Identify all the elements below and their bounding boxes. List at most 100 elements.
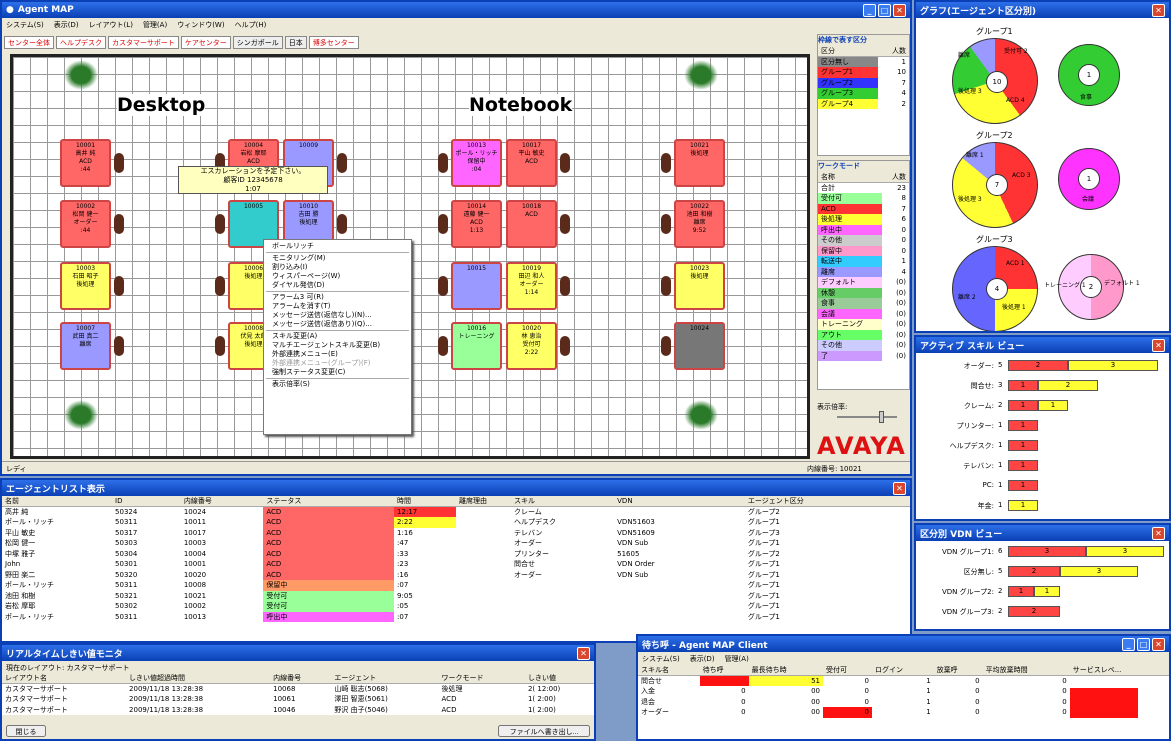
queue-title-bar[interactable]: 待ち呼 - Agent MAP Client _ □ ✕ <box>638 636 1169 652</box>
context-menu-item[interactable]: メッセージ送信(返信あり)(Q)... <box>264 320 411 329</box>
yellow-bar[interactable]: 1 <box>1038 400 1068 411</box>
red-bar[interactable]: 1 <box>1008 420 1038 431</box>
context-menu-item[interactable]: ボールリッチ <box>264 242 411 251</box>
layout-tab[interactable]: カスタマーサポート <box>108 36 179 49</box>
table-row[interactable]: 受付可 8 <box>818 193 909 204</box>
context-menu-item[interactable]: モニタリング(M) <box>264 254 411 263</box>
table-row[interactable]: 休憩 (0) <box>818 287 909 298</box>
agent-seat[interactable]: 10013 ポール・リッチ 保留中:04 <box>451 139 502 187</box>
context-menu-item[interactable]: ウィスパーページ(W) <box>264 272 411 281</box>
layout-tab[interactable]: 日本 <box>284 36 307 49</box>
column-header[interactable]: 内線番号 <box>181 496 264 507</box>
column-header[interactable]: 受付可 <box>823 665 872 676</box>
yellow-bar[interactable]: 1 <box>1008 500 1038 511</box>
red-bar[interactable]: 1 <box>1008 586 1034 597</box>
table-row[interactable]: 合計 23 <box>818 182 909 193</box>
table-row[interactable]: 離席 4 <box>818 266 909 277</box>
close-icon[interactable]: ✕ <box>1152 637 1165 651</box>
table-row[interactable]: 呼出中 0 <box>818 224 909 235</box>
column-header[interactable]: スキル名 <box>638 665 700 676</box>
context-menu-item[interactable]: アラーム3 可(R) <box>264 293 411 302</box>
table-row[interactable]: カスタマーサポート 2009/11/18 13:28:38 10061 澤田 智恵(5… <box>2 694 594 705</box>
table-row[interactable]: グループ4 2 <box>818 98 909 109</box>
table-row[interactable]: ポール・リッチ 50311 10011 ACD 2:22 ヘルプデスク VDN51603 グル… <box>2 517 910 528</box>
agent-seat[interactable]: 10001 高井 純 ACD:44 <box>60 139 111 187</box>
title-bar[interactable]: ● Agent MAP _ □ ✕ <box>2 2 910 18</box>
column-header[interactable]: 離席理由 <box>456 496 511 507</box>
yellow-bar[interactable]: 3 <box>1068 360 1158 371</box>
context-menu-item[interactable]: スキル変更(A) <box>264 332 411 341</box>
table-row[interactable]: ACD 7 <box>818 203 909 214</box>
table-row[interactable]: デフォルト (0) <box>818 277 909 288</box>
column-header[interactable]: スキル <box>511 496 614 507</box>
table-row[interactable]: 池田 和樹 50321 10021 受付可 9:05 グループ1 <box>2 590 910 601</box>
table-row[interactable]: 了 (0) <box>818 350 909 361</box>
layout-tab[interactable]: シンガポール <box>232 36 283 49</box>
column-header[interactable]: 人数 <box>878 46 909 57</box>
column-header[interactable]: 最長待ち時 <box>749 665 823 676</box>
agent-seat[interactable]: 10019 田辺 和人 オーダー 1:14 <box>506 262 557 310</box>
column-header[interactable]: しきい値超過時間 <box>126 673 270 684</box>
table-row[interactable]: カスタマーサポート 2009/11/18 13:28:38 10046 野沢 由子(5… <box>2 705 594 716</box>
table-row[interactable]: 区分無し 1 <box>818 56 909 67</box>
layout-tab[interactable]: センター全体 <box>4 36 54 49</box>
table-row[interactable]: その他 0 <box>818 235 909 246</box>
column-header[interactable]: エージェント <box>331 673 438 684</box>
column-header[interactable]: 待ち呼 <box>700 665 749 676</box>
close-icon[interactable]: ✕ <box>1152 526 1165 540</box>
agent-seat[interactable]: 10007 武田 真二 離席 <box>60 322 111 370</box>
menu-item[interactable]: ウィンドウ(W) <box>177 20 224 29</box>
red-bar[interactable]: 2 <box>1008 606 1060 617</box>
red-bar[interactable]: 1 <box>1008 460 1038 471</box>
table-row[interactable]: 野田 楽二 50320 10020 ACD:16 オーダー VDN Sub グループ1 <box>2 569 910 580</box>
context-menu-item[interactable]: 表示倍率(S) <box>264 380 411 389</box>
maximize-icon[interactable]: □ <box>878 3 891 17</box>
table-row[interactable]: John 50301 10001 ACD:23 問合せ VDN Order グループ1 <box>2 559 910 570</box>
table-row[interactable]: 松岡 健一 50303 10003 ACD:47 オーダー VDN Sub グループ1 <box>2 538 910 549</box>
column-header[interactable]: 時間 <box>394 496 456 507</box>
agent-seat[interactable]: 10017 平山 敏史 ACD <box>506 139 557 187</box>
table-row[interactable]: 転送中 1 <box>818 256 909 267</box>
menu-item[interactable]: レイアウト(L) <box>89 20 133 29</box>
column-header[interactable]: 名称 <box>818 172 882 183</box>
red-bar[interactable]: 1 <box>1008 480 1038 491</box>
column-header[interactable]: 放棄呼 <box>934 665 983 676</box>
close-icon[interactable]: ✕ <box>893 3 906 17</box>
minimize-icon[interactable]: _ <box>1122 637 1135 651</box>
column-header[interactable]: 区分 <box>818 46 878 57</box>
table-row[interactable]: 岩松 摩耶 50302 10002 受付可:05 グループ1 <box>2 601 910 612</box>
table-row[interactable]: トレーニング (0) <box>818 319 909 330</box>
close-button[interactable]: 閉じる <box>6 725 46 737</box>
column-header[interactable]: ステータス <box>263 496 394 507</box>
layout-tab[interactable]: ヘルプデスク <box>56 36 106 49</box>
column-header[interactable]: ID <box>112 496 181 507</box>
table-row[interactable]: 保留中 0 <box>818 245 909 256</box>
table-row[interactable]: ポール・リッチ 50311 10013 呼出中:07 グループ1 <box>2 611 910 622</box>
close-icon[interactable]: ✕ <box>893 481 906 495</box>
menu-item[interactable]: 管理(A) <box>143 20 167 29</box>
table-row[interactable]: グループ3 4 <box>818 88 909 99</box>
red-bar[interactable]: 2 <box>1008 566 1060 577</box>
menu-item[interactable]: 表示(D) <box>54 20 79 29</box>
table-row[interactable]: 問合せ 51 0 1 0 0 <box>638 675 1169 686</box>
agent-seat[interactable]: 10021 後処理 <box>674 139 725 187</box>
column-header[interactable]: ログイン <box>872 665 934 676</box>
table-row[interactable]: 中塚 雅子 50304 10004 ACD:33 プリンター 51605 グループ2 <box>2 548 910 559</box>
agent-seat[interactable]: 10023 後処理 <box>674 262 725 310</box>
column-header[interactable]: 平均放棄時間 <box>983 665 1070 676</box>
context-menu-item[interactable]: 外部連携メニュー(E) <box>264 350 411 359</box>
context-menu-item[interactable]: 強制ステータス変更(C) <box>264 368 411 377</box>
context-menu-item[interactable]: アラームを消す(T) <box>264 302 411 311</box>
context-menu-item[interactable]: ダイヤル発信(D) <box>264 281 411 290</box>
maximize-icon[interactable]: □ <box>1137 637 1150 651</box>
column-header[interactable]: VDN <box>614 496 745 507</box>
table-row[interactable]: その他 (0) <box>818 340 909 351</box>
table-row[interactable]: グループ1 10 <box>818 67 909 78</box>
red-bar[interactable]: 1 <box>1008 380 1038 391</box>
red-bar[interactable]: 1 <box>1008 400 1038 411</box>
menu-item[interactable]: 表示(D) <box>690 654 715 663</box>
menu-item[interactable]: システム(S) <box>642 654 680 663</box>
context-menu-item[interactable]: 外部連携メニュー(グループ)(F) <box>264 359 411 368</box>
column-header[interactable]: しきい値 <box>525 673 594 684</box>
table-row[interactable]: ポール・リッチ 50311 10008 保留中:07 グループ1 <box>2 580 910 591</box>
